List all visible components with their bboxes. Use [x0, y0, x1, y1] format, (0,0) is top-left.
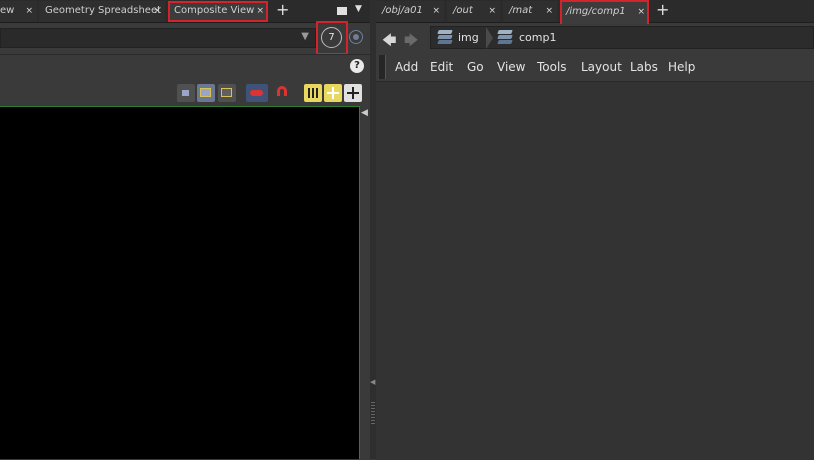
menu-layout[interactable]: Layout	[581, 60, 622, 74]
close-icon[interactable]: ×	[637, 0, 645, 24]
right-tab-bar: /obj/a01 × /out × /mat × /img/comp1 × +	[376, 0, 814, 30]
collapse-arrow-icon[interactable]: ◀	[361, 108, 368, 118]
breadcrumb: img comp1	[430, 26, 814, 49]
tab-label: /img/comp1	[566, 6, 626, 17]
tab-label: Composite View	[174, 5, 255, 16]
view-mode-2-icon[interactable]	[197, 84, 215, 102]
close-icon[interactable]: ×	[153, 1, 161, 21]
viewport-side-strip: ◀	[360, 106, 370, 459]
path-bar: ▼	[0, 23, 316, 53]
tab-label: /mat	[509, 5, 533, 16]
breadcrumb-separator	[486, 27, 493, 49]
comp-network-icon	[497, 30, 513, 45]
close-icon[interactable]: ×	[488, 1, 496, 21]
tab-out[interactable]: /out ×	[447, 1, 500, 22]
menu-grip[interactable]	[379, 55, 386, 79]
menu-help[interactable]: Help	[668, 60, 695, 74]
composite-viewport[interactable]	[0, 106, 360, 459]
splitter-grip[interactable]	[371, 402, 375, 424]
tab-composite-view[interactable]: Composite View ×	[168, 1, 268, 22]
menu-tools[interactable]: Tools	[537, 60, 567, 74]
tab-geometry-spreadsheet[interactable]: Geometry Spreadsheet ×	[39, 1, 165, 22]
view-mode-3-icon[interactable]	[218, 84, 236, 102]
menu-labs[interactable]: Labs	[630, 60, 658, 74]
breadcrumb-img[interactable]: img	[458, 30, 479, 46]
target-icon[interactable]	[349, 30, 363, 44]
menu-view[interactable]: View	[497, 60, 525, 74]
tab-label: ew	[0, 5, 15, 16]
path-dropdown[interactable]: ▼	[0, 28, 316, 48]
checker-icon[interactable]	[304, 84, 322, 102]
network-menu-bar: Add Edit Go View Tools Layout Labs Help	[376, 53, 814, 81]
network-editor-panel: /obj/a01 × /out × /mat × /img/comp1 × + …	[376, 0, 814, 460]
add-tab-button[interactable]: +	[656, 0, 669, 20]
add-tab-button[interactable]: +	[276, 0, 289, 20]
img-network-icon	[437, 30, 453, 45]
tab-obj-a01[interactable]: /obj/a01 ×	[376, 1, 444, 22]
divider	[0, 54, 370, 55]
back-arrow-icon[interactable]: 🡄	[382, 30, 396, 54]
close-icon[interactable]: ×	[432, 1, 440, 21]
forward-arrow-icon[interactable]: 🡆	[404, 30, 418, 54]
close-icon[interactable]: ×	[256, 1, 264, 21]
chevron-down-icon: ▼	[301, 31, 309, 42]
frame-button[interactable]: 7	[321, 27, 342, 48]
pane-layout-icon[interactable]	[337, 7, 347, 15]
composite-view-panel: ew × Geometry Spreadsheet × Composite Vi…	[0, 0, 370, 459]
tab-mat[interactable]: /mat ×	[503, 1, 557, 22]
magnet-icon[interactable]	[275, 84, 293, 102]
close-icon[interactable]: ×	[25, 1, 33, 21]
breadcrumb-comp1[interactable]: comp1	[519, 30, 556, 46]
close-icon[interactable]: ×	[545, 1, 553, 21]
network-canvas[interactable]	[376, 81, 814, 460]
help-icon[interactable]: ?	[350, 59, 364, 73]
menu-go[interactable]: Go	[467, 60, 484, 74]
menu-edit[interactable]: Edit	[430, 60, 453, 74]
snapshot-icon[interactable]	[246, 84, 268, 102]
tab-label: /out	[453, 5, 473, 16]
splitter-arrow-icon[interactable]: ◀	[370, 378, 375, 386]
grid-icon[interactable]	[324, 84, 342, 102]
network-nav-bar: 🡄 🡆 img comp1	[376, 24, 814, 52]
tab-partial-view[interactable]: ew ×	[0, 1, 37, 22]
crosshair-icon[interactable]	[344, 84, 362, 102]
left-tab-bar: ew × Geometry Spreadsheet × Composite Vi…	[0, 0, 370, 23]
pane-menu-arrow-icon[interactable]: ▼	[355, 4, 362, 14]
tab-label: Geometry Spreadsheet	[45, 5, 162, 16]
tab-label: /obj/a01	[382, 5, 423, 16]
view-mode-1-icon[interactable]	[177, 84, 195, 102]
menu-add[interactable]: Add	[395, 60, 418, 74]
